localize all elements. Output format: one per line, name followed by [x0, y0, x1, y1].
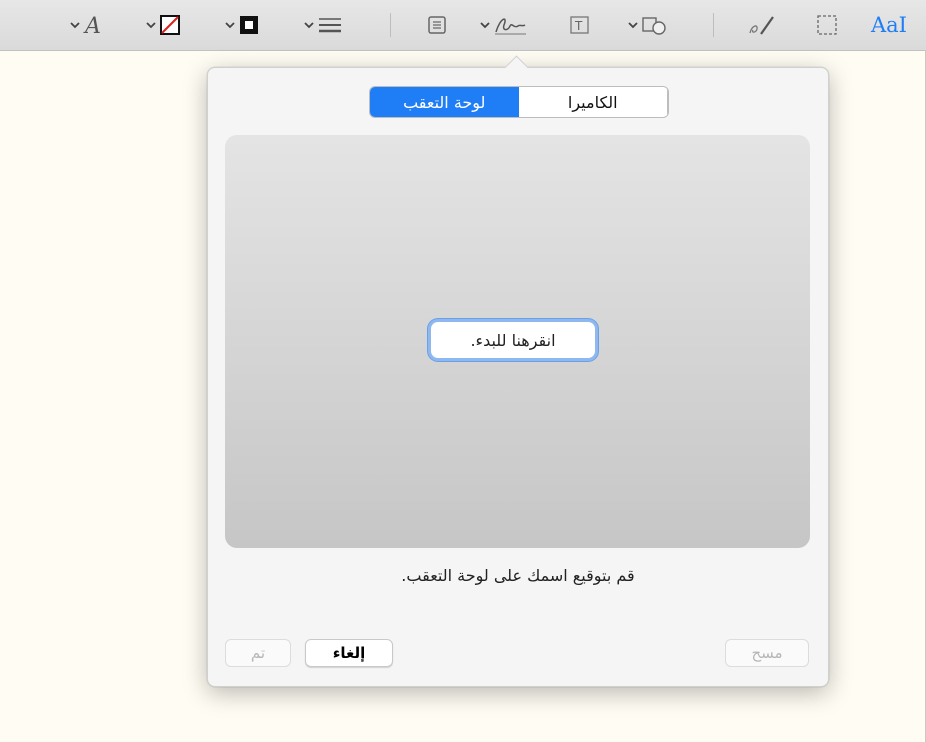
- border-color-icon: [160, 15, 180, 35]
- shapes-tool[interactable]: [626, 13, 670, 37]
- chevron-down-icon: [70, 22, 80, 29]
- svg-text:A: A: [83, 14, 101, 37]
- note-tool[interactable]: [425, 13, 449, 37]
- text-selection-tool[interactable]: AaI: [871, 10, 907, 40]
- chevron-down-icon: [628, 22, 638, 29]
- tab-camera[interactable]: الكاميرا: [519, 87, 668, 117]
- tab-trackpad[interactable]: لوحة التعقب: [370, 87, 519, 117]
- chevron-down-icon: [225, 22, 235, 29]
- toolbar-separator: [390, 13, 391, 37]
- markup-toolbar: A T AaI: [0, 0, 926, 51]
- click-to-begin-button[interactable]: انقرهنا للبدء.: [431, 322, 595, 358]
- border-color-tool[interactable]: [144, 13, 182, 37]
- font-style-icon: A: [83, 14, 101, 37]
- note-icon: [428, 16, 446, 34]
- svg-text:T: T: [574, 19, 583, 33]
- fill-color-tool[interactable]: [223, 13, 261, 37]
- selection-rect-icon: [817, 15, 837, 35]
- text-box-icon: T: [570, 16, 589, 34]
- rect-selection-tool[interactable]: [814, 13, 840, 37]
- sketch-icon: [749, 16, 774, 35]
- done-button[interactable]: تم: [225, 639, 291, 667]
- signature-icon: [495, 18, 526, 35]
- chevron-down-icon: [304, 22, 314, 29]
- toolbar-separator: [713, 13, 714, 37]
- cancel-button[interactable]: إلغاء: [305, 639, 393, 667]
- clear-button[interactable]: مسح: [725, 639, 809, 667]
- line-style-tool[interactable]: [302, 13, 344, 37]
- fill-color-icon: [240, 16, 258, 34]
- signature-popover: لوحة التعقب الكاميرا انقرهنا للبدء. قم ب…: [207, 55, 829, 687]
- font-style-tool[interactable]: A: [68, 13, 104, 37]
- popover-arrow: [504, 55, 529, 80]
- signature-tool[interactable]: [478, 13, 528, 37]
- sketch-tool[interactable]: [747, 13, 779, 37]
- chevron-down-icon: [480, 22, 490, 29]
- text-box-tool[interactable]: T: [567, 13, 593, 37]
- shapes-icon: [642, 17, 666, 35]
- chevron-down-icon: [146, 22, 156, 29]
- line-style-icon: [319, 18, 341, 33]
- trackpad-drawing-area[interactable]: انقرهنا للبدء.: [225, 135, 810, 548]
- instruction-text: قم بتوقيع اسمك على لوحة التعقب.: [401, 566, 635, 585]
- signature-source-segmented-control: لوحة التعقب الكاميرا: [369, 86, 669, 118]
